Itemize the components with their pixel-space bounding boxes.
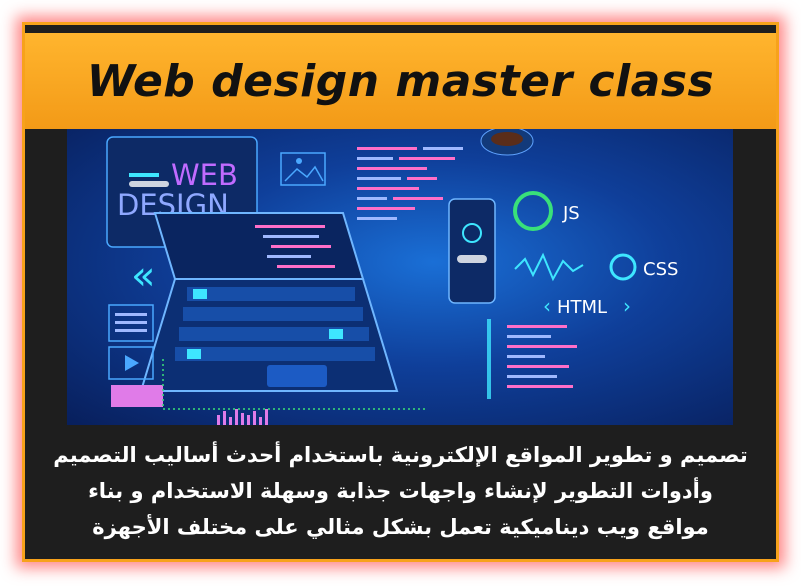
html-badge: ‹ HTML › <box>543 294 631 318</box>
css-label: CSS <box>643 259 678 280</box>
course-description: تصميم و تطوير المواقع الإلكترونية باستخد… <box>45 437 756 545</box>
code-lines-top <box>357 147 463 220</box>
svg-text:›: › <box>623 294 631 318</box>
js-label: JS <box>562 203 580 224</box>
description-line-1: تصميم و تطوير المواقع الإلكترونية باستخد… <box>53 443 748 467</box>
title-banner: Web design master class <box>25 33 776 129</box>
coffee-cup-icon <box>480 129 534 156</box>
phone <box>448 198 496 304</box>
code-lines-right <box>507 325 577 388</box>
description-line-3: مواقع ويب ديناميكية تعمل بشكل مثالي على … <box>92 515 709 539</box>
course-card: Web design master class WEB DESIGN « JS … <box>22 22 779 562</box>
css-badge: CSS <box>609 253 678 281</box>
image-placeholder-icon <box>280 152 326 186</box>
waveform-graph <box>514 252 584 282</box>
laptop <box>139 212 399 392</box>
illustration-svg: WEB DESIGN « JS CSS ‹ HTML › <box>106 129 678 425</box>
left-chevron-icon: « <box>131 253 155 299</box>
checklist-panel <box>108 304 154 342</box>
course-title: Web design master class <box>86 55 715 107</box>
js-badge: JS <box>513 191 580 231</box>
equalizer-bars <box>217 409 268 425</box>
web-design-illustration: WEB DESIGN « JS CSS ‹ HTML › <box>67 129 733 425</box>
accent-bar <box>487 319 491 399</box>
svg-text:‹: ‹ <box>543 294 551 318</box>
bar-chart-panel <box>111 385 163 407</box>
web-heading: WEB <box>171 158 238 192</box>
html-label: HTML <box>557 297 607 318</box>
description-line-2: وأدوات التطوير لإنشاء واجهات جذابة وسهلة… <box>88 479 713 503</box>
